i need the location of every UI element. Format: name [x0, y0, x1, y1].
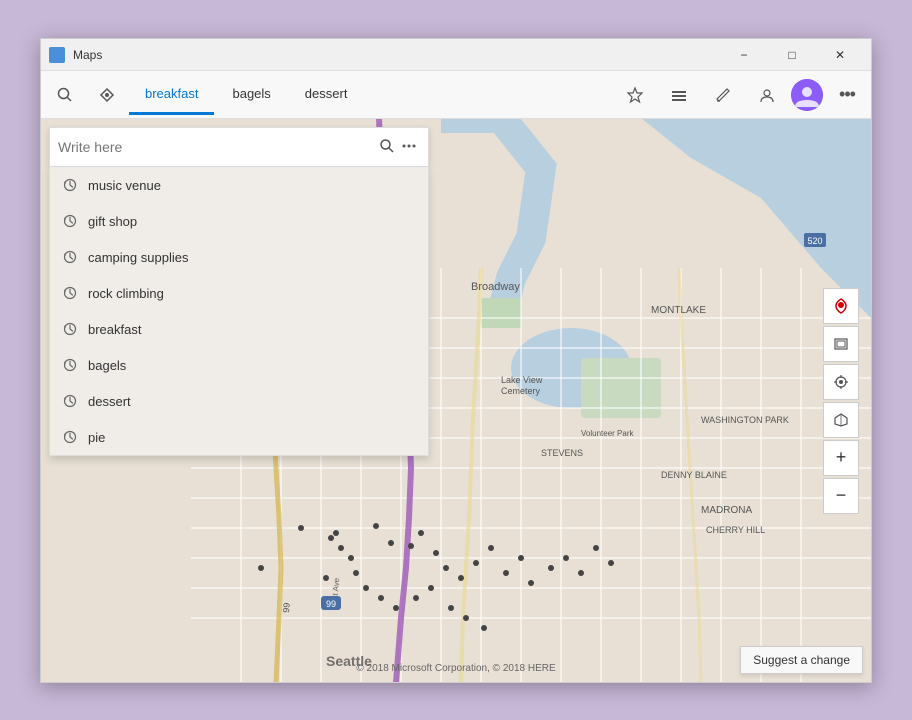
search-more-icon — [402, 139, 416, 153]
title-bar: Maps − □ ✕ — [41, 39, 871, 71]
svg-text:WASHINGTON PARK: WASHINGTON PARK — [701, 415, 789, 425]
history-icon — [62, 429, 78, 445]
maximize-button[interactable]: □ — [769, 39, 815, 71]
toolbar-left: breakfast bagels dessert — [45, 75, 615, 115]
3d-icon — [833, 412, 849, 428]
svg-text:Lake View: Lake View — [501, 375, 543, 385]
svg-text:Cemetery: Cemetery — [501, 386, 541, 396]
close-button[interactable]: ✕ — [817, 39, 863, 71]
tab-bagels[interactable]: bagels — [216, 75, 286, 115]
search-button[interactable] — [45, 75, 85, 115]
list-item[interactable]: music venue — [50, 167, 428, 203]
search-overlay: music venue gift shop — [49, 127, 429, 456]
avatar — [791, 79, 823, 111]
svg-text:MONTLAKE: MONTLAKE — [651, 305, 706, 316]
svg-text:DENNY BLAINE: DENNY BLAINE — [661, 470, 727, 480]
list-item[interactable]: pie — [50, 419, 428, 455]
directions-icon — [99, 87, 115, 103]
toolbar-right: ••• — [615, 75, 867, 115]
history-icon — [62, 321, 78, 337]
search-more-button[interactable] — [398, 135, 420, 160]
minimize-button[interactable]: − — [721, 39, 767, 71]
collections-button[interactable] — [659, 75, 699, 115]
svg-text:STEVENS: STEVENS — [541, 448, 583, 458]
toolbar: breakfast bagels dessert — [41, 71, 871, 119]
map-copyright: © 2018 Microsoft Corporation, © 2018 HER… — [356, 663, 555, 674]
history-icon — [62, 357, 78, 373]
svg-text:520: 520 — [807, 236, 822, 246]
list-item[interactable]: dessert — [50, 383, 428, 419]
history-icon — [62, 285, 78, 301]
dropdown-item-text: breakfast — [88, 322, 141, 337]
app-title: Maps — [73, 48, 721, 62]
svg-text:99: 99 — [326, 599, 336, 609]
dropdown-item-text: bagels — [88, 358, 126, 373]
search-dropdown: music venue gift shop — [49, 167, 429, 456]
locate-button[interactable] — [823, 364, 859, 400]
dropdown-item-text: music venue — [88, 178, 161, 193]
list-item[interactable]: camping supplies — [50, 239, 428, 275]
map-pin-button[interactable] — [823, 288, 859, 324]
favorites-button[interactable] — [615, 75, 655, 115]
map-pin-icon — [833, 298, 849, 314]
dropdown-item-text: dessert — [88, 394, 131, 409]
app-icon — [49, 47, 65, 63]
zoom-out-icon: − — [836, 485, 847, 506]
more-button[interactable]: ••• — [827, 75, 867, 115]
more-icon: ••• — [839, 84, 855, 105]
dropdown-item-text: camping supplies — [88, 250, 188, 265]
avatar-image — [791, 79, 823, 111]
dropdown-item-text: rock climbing — [88, 286, 164, 301]
3d-button[interactable] — [823, 402, 859, 438]
svg-text:CHERRY HILL: CHERRY HILL — [706, 525, 765, 535]
zoom-in-icon: + — [836, 447, 847, 468]
account-icon — [758, 86, 776, 104]
list-item[interactable]: gift shop — [50, 203, 428, 239]
search-box — [49, 127, 429, 167]
history-icon — [62, 177, 78, 193]
history-icon — [62, 249, 78, 265]
search-icon — [57, 87, 73, 103]
edit-icon — [714, 86, 732, 104]
suggest-change-button[interactable]: Suggest a change — [740, 646, 863, 674]
list-item[interactable]: rock climbing — [50, 275, 428, 311]
directions-button[interactable] — [87, 75, 127, 115]
layers-icon — [833, 336, 849, 352]
map-controls: + − — [823, 288, 859, 514]
search-input[interactable] — [58, 139, 376, 155]
app-window: Maps − □ ✕ breakfast bagels des — [40, 38, 872, 683]
history-icon — [62, 393, 78, 409]
edit-button[interactable] — [703, 75, 743, 115]
window-controls: − □ ✕ — [721, 39, 863, 71]
tab-dessert[interactable]: dessert — [289, 75, 364, 115]
svg-text:99: 99 — [281, 602, 292, 613]
tab-breakfast[interactable]: breakfast — [129, 75, 214, 115]
account-button[interactable] — [747, 75, 787, 115]
list-item[interactable]: bagels — [50, 347, 428, 383]
dropdown-item-text: gift shop — [88, 214, 137, 229]
locate-icon — [833, 374, 849, 390]
svg-text:Volunteer Park: Volunteer Park — [581, 429, 634, 438]
list-item[interactable]: breakfast — [50, 311, 428, 347]
dropdown-item-text: pie — [88, 430, 105, 445]
zoom-in-button[interactable]: + — [823, 440, 859, 476]
favorites-icon — [626, 86, 644, 104]
zoom-out-button[interactable]: − — [823, 478, 859, 514]
svg-text:Broadway: Broadway — [471, 281, 520, 293]
layers-button[interactable] — [823, 326, 859, 362]
svg-text:MADRONA: MADRONA — [701, 505, 752, 516]
history-icon — [62, 213, 78, 229]
search-submit-icon — [380, 139, 394, 153]
search-submit-button[interactable] — [376, 135, 398, 160]
collections-icon — [670, 86, 688, 104]
main-content: 99 1st Ave — [41, 119, 871, 682]
